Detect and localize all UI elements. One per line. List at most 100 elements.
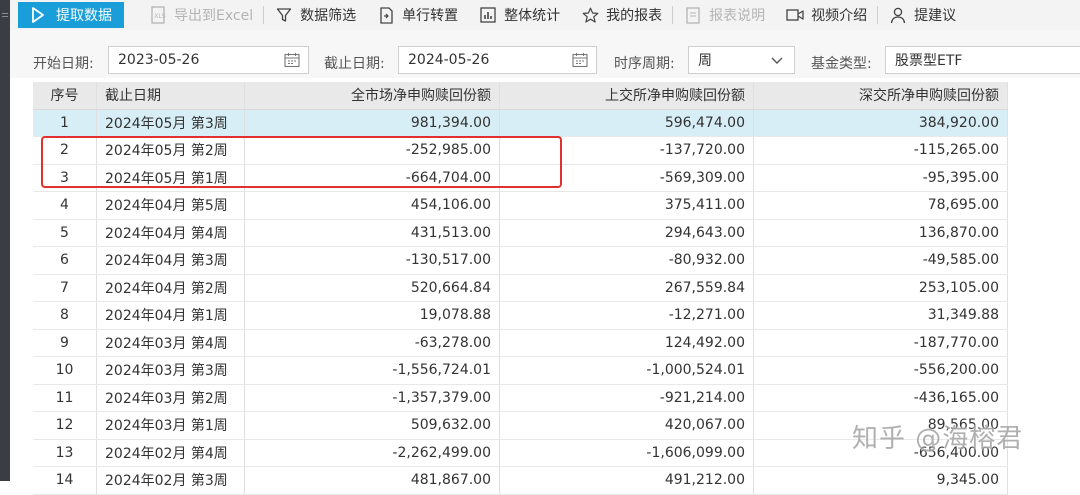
table-cell[interactable]: 12: [33, 412, 97, 439]
table-cell[interactable]: -63,278.00: [245, 329, 500, 356]
table-cell[interactable]: 2024年05月 第3周: [97, 109, 245, 136]
table-cell[interactable]: 294,643.00: [500, 219, 754, 246]
fund-type-value: 股票型ETF: [895, 53, 963, 69]
transpose-row-button[interactable]: 单行转置: [366, 0, 468, 30]
table-cell[interactable]: 431,513.00: [245, 219, 500, 246]
period-select[interactable]: 周: [688, 46, 795, 74]
document-icon: [683, 5, 703, 25]
table-cell[interactable]: -921,214.00: [500, 384, 754, 411]
table-cell[interactable]: -187,770.00: [754, 329, 1008, 356]
table-cell[interactable]: -436,165.00: [754, 384, 1008, 411]
table-cell[interactable]: 5: [33, 219, 97, 246]
table-row[interactable]: 10 2024年03月 第3周 -1,556,724.01 -1,000,524.01…: [33, 357, 1008, 385]
table-cell[interactable]: 454,106.00: [245, 192, 500, 219]
table-cell[interactable]: 2024年03月 第3周: [97, 357, 245, 384]
overall-stats-button[interactable]: 整体统计: [468, 0, 570, 30]
calendar-icon[interactable]: [284, 52, 300, 68]
table-row[interactable]: 5 2024年04月 第4周 431,513.00 294,643.00 136,870…: [33, 219, 1008, 247]
table-row[interactable]: 11 2024年03月 第2周 -1,357,379.00 -921,214.00 -4…: [33, 384, 1008, 412]
table-cell[interactable]: 14: [33, 467, 97, 494]
table-cell[interactable]: -49,585.00: [754, 247, 1008, 274]
table-cell[interactable]: 481,867.00: [245, 467, 500, 494]
table-cell[interactable]: 491,212.00: [500, 467, 754, 494]
table-cell[interactable]: 9: [33, 329, 97, 356]
table-cell[interactable]: 375,411.00: [500, 192, 754, 219]
fetch-data-label: 提取数据: [56, 8, 112, 24]
table-cell[interactable]: -1,357,379.00: [245, 384, 500, 411]
column-header[interactable]: 序号: [33, 82, 97, 109]
table-cell[interactable]: -12,271.00: [500, 302, 754, 329]
table-cell[interactable]: -1,606,099.00: [500, 439, 754, 466]
table-cell[interactable]: 136,870.00: [754, 219, 1008, 246]
table-cell[interactable]: 78,695.00: [754, 192, 1008, 219]
suggestion-button[interactable]: 提建议: [878, 0, 966, 30]
export-excel-button[interactable]: XLS 导出到Excel: [138, 0, 263, 30]
svg-text:XLS: XLS: [154, 13, 165, 20]
table-cell[interactable]: 2024年04月 第1周: [97, 302, 245, 329]
data-filter-button[interactable]: 数据筛选: [264, 0, 366, 30]
table-cell[interactable]: 13: [33, 439, 97, 466]
table-cell[interactable]: 4: [33, 192, 97, 219]
fund-type-field[interactable]: 股票型ETF: [885, 46, 1080, 74]
table-cell[interactable]: -556,200.00: [754, 357, 1008, 384]
table-cell[interactable]: 2024年03月 第4周: [97, 329, 245, 356]
table-row[interactable]: 8 2024年04月 第1周 19,078.88 -12,271.00 31,349.8…: [33, 302, 1008, 330]
fetch-data-button[interactable]: 提取数据: [18, 2, 124, 28]
table-cell[interactable]: 509,632.00: [245, 412, 500, 439]
table-row[interactable]: 1 2024年05月 第3周 981,394.00 596,474.00 384,920…: [33, 109, 1008, 137]
table-cell[interactable]: -115,265.00: [754, 137, 1008, 164]
table-cell[interactable]: 11: [33, 384, 97, 411]
column-header[interactable]: 全市场净申购赎回份额: [245, 82, 500, 109]
table-cell[interactable]: 124,492.00: [500, 329, 754, 356]
table-cell[interactable]: 520,664.84: [245, 274, 500, 301]
table-cell[interactable]: 2024年03月 第1周: [97, 412, 245, 439]
my-reports-button[interactable]: 我的报表: [570, 0, 672, 30]
table-cell[interactable]: 2024年02月 第3周: [97, 467, 245, 494]
toolbar: 提取数据 XLS 导出到Excel 数据筛选 单行转置 整体统计 我的报表 报表…: [10, 0, 1080, 31]
table-cell[interactable]: 10: [33, 357, 97, 384]
table-cell[interactable]: 2024年04月 第4周: [97, 219, 245, 246]
table-cell[interactable]: -95,395.00: [754, 164, 1008, 191]
period-value: 周: [698, 53, 712, 69]
column-header[interactable]: 深交所净申购赎回份额: [754, 82, 1008, 109]
table-cell[interactable]: 1: [33, 109, 97, 136]
table-cell[interactable]: 2024年04月 第5周: [97, 192, 245, 219]
column-header[interactable]: 上交所净申购赎回份额: [500, 82, 754, 109]
table-row[interactable]: 6 2024年04月 第3周 -130,517.00 -80,932.00 -49,58…: [33, 247, 1008, 275]
table-cell[interactable]: -130,517.00: [245, 247, 500, 274]
table-cell[interactable]: -80,932.00: [500, 247, 754, 274]
table-cell[interactable]: 7: [33, 274, 97, 301]
table-cell[interactable]: 2024年03月 第2周: [97, 384, 245, 411]
table-cell[interactable]: 6: [33, 247, 97, 274]
table-cell[interactable]: 267,559.84: [500, 274, 754, 301]
table-cell[interactable]: -1,000,524.01: [500, 357, 754, 384]
table-cell[interactable]: 8: [33, 302, 97, 329]
table-cell[interactable]: 596,474.00: [500, 109, 754, 136]
table-cell[interactable]: -1,556,724.01: [245, 357, 500, 384]
report-notes-button[interactable]: 报表说明: [673, 0, 775, 30]
table-cell[interactable]: 2024年02月 第4周: [97, 439, 245, 466]
table-cell[interactable]: 981,394.00: [245, 109, 500, 136]
table-cell[interactable]: 384,920.00: [754, 109, 1008, 136]
table-row[interactable]: 9 2024年03月 第4周 -63,278.00 124,492.00 -187,77…: [33, 329, 1008, 357]
table-cell[interactable]: 31,349.88: [754, 302, 1008, 329]
table-cell[interactable]: 253,105.00: [754, 274, 1008, 301]
table-cell[interactable]: 19,078.88: [245, 302, 500, 329]
fund-type-label: 基金类型:: [811, 56, 872, 72]
table-cell[interactable]: -2,262,499.00: [245, 439, 500, 466]
column-header[interactable]: 截止日期: [97, 82, 245, 109]
table-row[interactable]: 7 2024年04月 第2周 520,664.84 267,559.84 253,105…: [33, 274, 1008, 302]
table-cell[interactable]: 2024年04月 第3周: [97, 247, 245, 274]
table-row[interactable]: 4 2024年04月 第5周 454,106.00 375,411.00 78,695.…: [33, 192, 1008, 220]
video-intro-button[interactable]: 视频介绍: [775, 0, 877, 30]
end-date-field[interactable]: 2024-05-26: [398, 46, 597, 74]
start-date-field[interactable]: 2023-05-26: [108, 46, 309, 74]
data-filter-label: 数据筛选: [300, 8, 357, 24]
table-cell[interactable]: 2024年04月 第2周: [97, 274, 245, 301]
calendar-icon[interactable]: [572, 52, 588, 68]
filter-bar: 开始日期: 2023-05-26 截止日期: 2024-05-26 时序周期: …: [10, 30, 1080, 78]
table-cell[interactable]: 420,067.00: [500, 412, 754, 439]
table-header-row: 序号 截止日期 全市场净申购赎回份额 上交所净申购赎回份额 深交所净申购赎回份额: [33, 82, 1008, 110]
table-cell[interactable]: 9,345.00: [754, 467, 1008, 494]
bar-chart-icon: [478, 5, 498, 25]
